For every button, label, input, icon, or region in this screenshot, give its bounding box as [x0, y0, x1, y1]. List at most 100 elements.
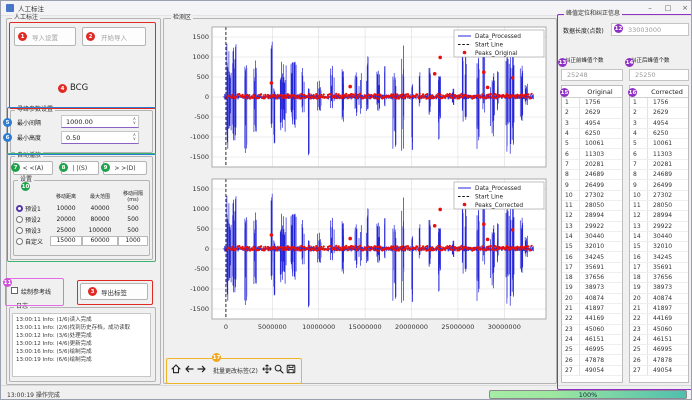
table-row[interactable]: 2749054 — [630, 366, 688, 376]
progress-bar: 100% — [489, 390, 687, 399]
row-index: 2 — [630, 108, 648, 117]
min-height-value: 0.50 — [66, 134, 80, 142]
table-row[interactable]: 611303 — [630, 149, 688, 159]
table-row[interactable]: 1532010 — [562, 242, 622, 252]
spinner-arrows-icon[interactable]: ∧∨ — [133, 134, 138, 142]
table-row[interactable]: 2546995 — [562, 345, 622, 355]
home-icon[interactable] — [170, 363, 181, 375]
custom-radio[interactable] — [16, 238, 23, 245]
back-icon[interactable] — [183, 363, 194, 375]
table-row[interactable]: 1837656 — [562, 273, 622, 283]
svg-text:30000000: 30000000 — [488, 323, 521, 331]
min-height-spinner[interactable]: 0.50 ∧∨ — [61, 131, 139, 144]
maximize-button[interactable]: □ — [661, 2, 675, 14]
table-row[interactable]: 2244169 — [562, 314, 622, 324]
table-row[interactable]: 1735691 — [630, 263, 688, 273]
table-row[interactable]: 2345060 — [630, 325, 688, 335]
batch-change-labels-button[interactable]: 批量更改标签(Z) — [213, 366, 258, 375]
table-row[interactable]: 46250 — [630, 129, 688, 139]
table-row[interactable]: 611303 — [562, 149, 622, 159]
zoom-icon[interactable] — [273, 363, 284, 375]
table-row[interactable]: 11756 — [630, 98, 688, 108]
table-row[interactable]: 34954 — [562, 119, 622, 129]
table-row[interactable]: 2546995 — [630, 345, 688, 355]
custom-distance-input[interactable]: 15000 — [50, 236, 81, 246]
peak-value: 28994 — [580, 212, 604, 219]
table-row[interactable]: 824689 — [562, 170, 622, 180]
annotation-badge-16: 16 — [628, 88, 637, 97]
table-row[interactable]: 1938973 — [630, 283, 688, 293]
min-interval-spinner[interactable]: 1000.00 ∧∨ — [61, 115, 139, 128]
spinner-arrows-icon[interactable]: ∧∨ — [133, 118, 138, 126]
table-row[interactable]: 2244169 — [630, 314, 688, 324]
table-row[interactable]: 2446151 — [630, 335, 688, 345]
preset2-label: 预设2 — [25, 215, 41, 224]
table-row[interactable]: 46250 — [562, 129, 622, 139]
table-row[interactable]: 2446151 — [562, 335, 622, 345]
table-row[interactable]: 1634245 — [562, 252, 622, 262]
peak-value: 26499 — [648, 182, 672, 189]
table-row[interactable]: 34954 — [630, 119, 688, 129]
log-area[interactable]: 13:00:11 Info: (1/6)读入完成 13:00:11 Info: … — [12, 313, 151, 377]
table-row[interactable]: 1027302 — [562, 191, 622, 201]
table-row[interactable]: 1837656 — [630, 273, 688, 283]
table-row[interactable]: 22629 — [630, 108, 688, 118]
table-row[interactable]: 1938973 — [562, 283, 622, 293]
svg-text:1000: 1000 — [192, 205, 209, 213]
table-row[interactable]: 11756 — [562, 98, 622, 108]
table-row[interactable]: 1128050 — [630, 201, 688, 211]
log-entry: 13:00:11 Info: (1/6)读入完成 — [16, 316, 147, 324]
table-row[interactable]: 1430440 — [630, 232, 688, 242]
table-row[interactable]: 1532010 — [630, 242, 688, 252]
table-row[interactable]: 2647878 — [562, 355, 622, 365]
bottom-chart[interactable]: -1500-1000-50005001000150005000000100000… — [168, 175, 552, 353]
table-row[interactable]: 2345060 — [562, 325, 622, 335]
table-row[interactable]: 720281 — [562, 160, 622, 170]
table-row[interactable]: 1329922 — [562, 222, 622, 232]
preset3-distance: 25000 — [50, 227, 82, 234]
reference-line-checkbox[interactable] — [11, 287, 18, 294]
top-chart[interactable]: -1500-1000-500050010001500Data_Processed… — [168, 23, 552, 173]
preset3-radio[interactable] — [16, 227, 23, 234]
svg-text:0: 0 — [205, 245, 209, 253]
close-button[interactable]: × — [678, 2, 692, 14]
table-row[interactable]: 2141897 — [630, 304, 688, 314]
forward-icon[interactable] — [196, 363, 207, 375]
row-index: 16 — [562, 252, 580, 261]
table-row[interactable]: 1329922 — [630, 222, 688, 232]
table-row[interactable]: 510061 — [562, 139, 622, 149]
table-row[interactable]: 2040874 — [562, 294, 622, 304]
original-peaks-table[interactable]: Original 1175622629349544625051006161130… — [561, 85, 623, 383]
minimize-button[interactable]: – — [643, 2, 657, 14]
corrected-peaks-table[interactable]: Corrected 117562262934954462505100616113… — [629, 85, 689, 383]
peak-value: 27302 — [648, 192, 672, 199]
table-row[interactable]: 1430440 — [562, 232, 622, 242]
table-row[interactable]: 720281 — [630, 160, 688, 170]
peak-value: 41897 — [580, 305, 604, 312]
table-row[interactable]: 1634245 — [630, 252, 688, 262]
custom-range-input[interactable]: 60000 — [82, 236, 117, 246]
table-row[interactable]: 2141897 — [562, 304, 622, 314]
table-row[interactable]: 926499 — [630, 180, 688, 190]
table-row[interactable]: 1228994 — [630, 211, 688, 221]
pan-icon[interactable] — [261, 363, 272, 375]
svg-text:Peaks_Original: Peaks_Original — [475, 51, 518, 57]
custom-interval-input[interactable]: 1000 — [118, 236, 148, 246]
table-row[interactable]: 2749054 — [562, 366, 622, 376]
table-row[interactable]: 22629 — [562, 108, 622, 118]
table-row[interactable]: 1228994 — [562, 211, 622, 221]
table-row[interactable]: 1735691 — [562, 263, 622, 273]
table-row[interactable]: 1128050 — [562, 201, 622, 211]
save-icon[interactable] — [285, 363, 296, 375]
table-row[interactable]: 2647878 — [630, 355, 688, 365]
peak-params-title: 寻峰参数设置 — [15, 106, 55, 114]
table-row[interactable]: 824689 — [630, 170, 688, 180]
table-row[interactable]: 1027302 — [630, 191, 688, 201]
table-row[interactable]: 510061 — [630, 139, 688, 149]
table-row[interactable]: 2040874 — [630, 294, 688, 304]
preset3-label: 预设3 — [25, 226, 41, 235]
table-row[interactable]: 926499 — [562, 180, 622, 190]
row-index: 22 — [630, 314, 648, 323]
preset1-radio[interactable] — [16, 205, 23, 212]
preset2-radio[interactable] — [16, 216, 23, 223]
